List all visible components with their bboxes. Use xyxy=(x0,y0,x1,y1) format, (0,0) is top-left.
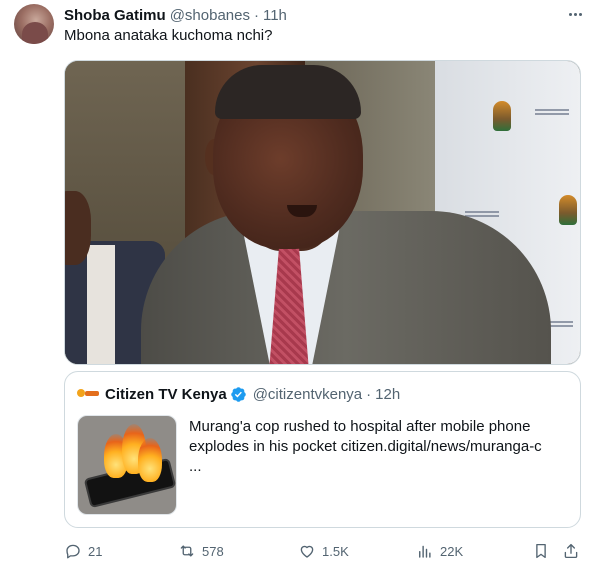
author-avatar[interactable] xyxy=(14,4,54,44)
share-icon xyxy=(564,543,578,559)
more-icon[interactable] xyxy=(564,4,586,24)
reply-button[interactable]: 21 xyxy=(64,540,102,562)
tweet-header: Shoba Gatimu @shobanes · 11h xyxy=(64,6,287,24)
author-handle[interactable]: @shobanes xyxy=(170,7,250,24)
share-button[interactable] xyxy=(562,540,580,562)
photo-man-hair xyxy=(215,65,361,119)
quoted-text-line: ... xyxy=(189,458,202,475)
retweet-button[interactable]: 578 xyxy=(178,540,224,562)
verified-badge-icon xyxy=(230,386,246,402)
bookmark-icon xyxy=(536,543,546,559)
heart-icon xyxy=(300,545,314,558)
coat-of-arms-emblem xyxy=(493,101,511,131)
quoted-text-line: Murang'a cop rushed to hospital after mo… xyxy=(189,418,531,435)
flame-graphic xyxy=(138,438,162,482)
author-name[interactable]: Shoba Gatimu xyxy=(64,7,166,24)
view-count: 22K xyxy=(440,543,464,559)
coat-of-arms-emblem xyxy=(559,195,577,225)
quoted-text-line[interactable]: explodes in his pocket citizen.digital/n… xyxy=(189,437,569,457)
retweet-count: 578 xyxy=(202,543,224,559)
citizen-tv-logo-icon[interactable] xyxy=(77,387,99,401)
separator-dot: · xyxy=(253,6,259,24)
tweet-photo[interactable] xyxy=(64,60,581,365)
photo-man-suit xyxy=(141,211,551,364)
like-button[interactable]: 1.5K xyxy=(298,540,349,562)
views-chart-icon xyxy=(419,545,431,558)
tweet-timestamp[interactable]: 11h xyxy=(263,7,287,24)
quoted-author-name[interactable]: Citizen TV Kenya xyxy=(105,386,227,403)
like-count: 1.5K xyxy=(322,543,349,559)
tweet-text: Mbona anataka kuchoma nchi? xyxy=(64,27,273,44)
quoted-tweet-thumbnail[interactable] xyxy=(77,415,177,515)
quoted-tweet-header: Citizen TV Kenya @citizentvkenya · 12h xyxy=(77,384,400,404)
separator-dot: · xyxy=(366,385,372,403)
banner-lettering xyxy=(535,109,569,117)
quoted-tweet-text: Murang'a cop rushed to hospital after mo… xyxy=(189,417,569,477)
tweet[interactable]: Shoba Gatimu @shobanes · 11h Mbona anata… xyxy=(0,0,606,570)
photo-person-background xyxy=(65,181,165,364)
tweet-actions-bar: 21 578 1.5K 22K xyxy=(64,540,584,562)
quoted-timestamp[interactable]: 12h xyxy=(375,386,400,403)
reply-count: 21 xyxy=(88,543,103,559)
retweet-icon xyxy=(180,545,194,557)
quoted-author-handle[interactable]: @citizentvkenya xyxy=(253,386,362,403)
views-button[interactable]: 22K xyxy=(416,540,463,562)
reply-icon xyxy=(66,544,80,559)
quoted-tweet[interactable]: Citizen TV Kenya @citizentvkenya · 12h M… xyxy=(64,371,581,528)
bookmark-button[interactable] xyxy=(532,540,550,562)
